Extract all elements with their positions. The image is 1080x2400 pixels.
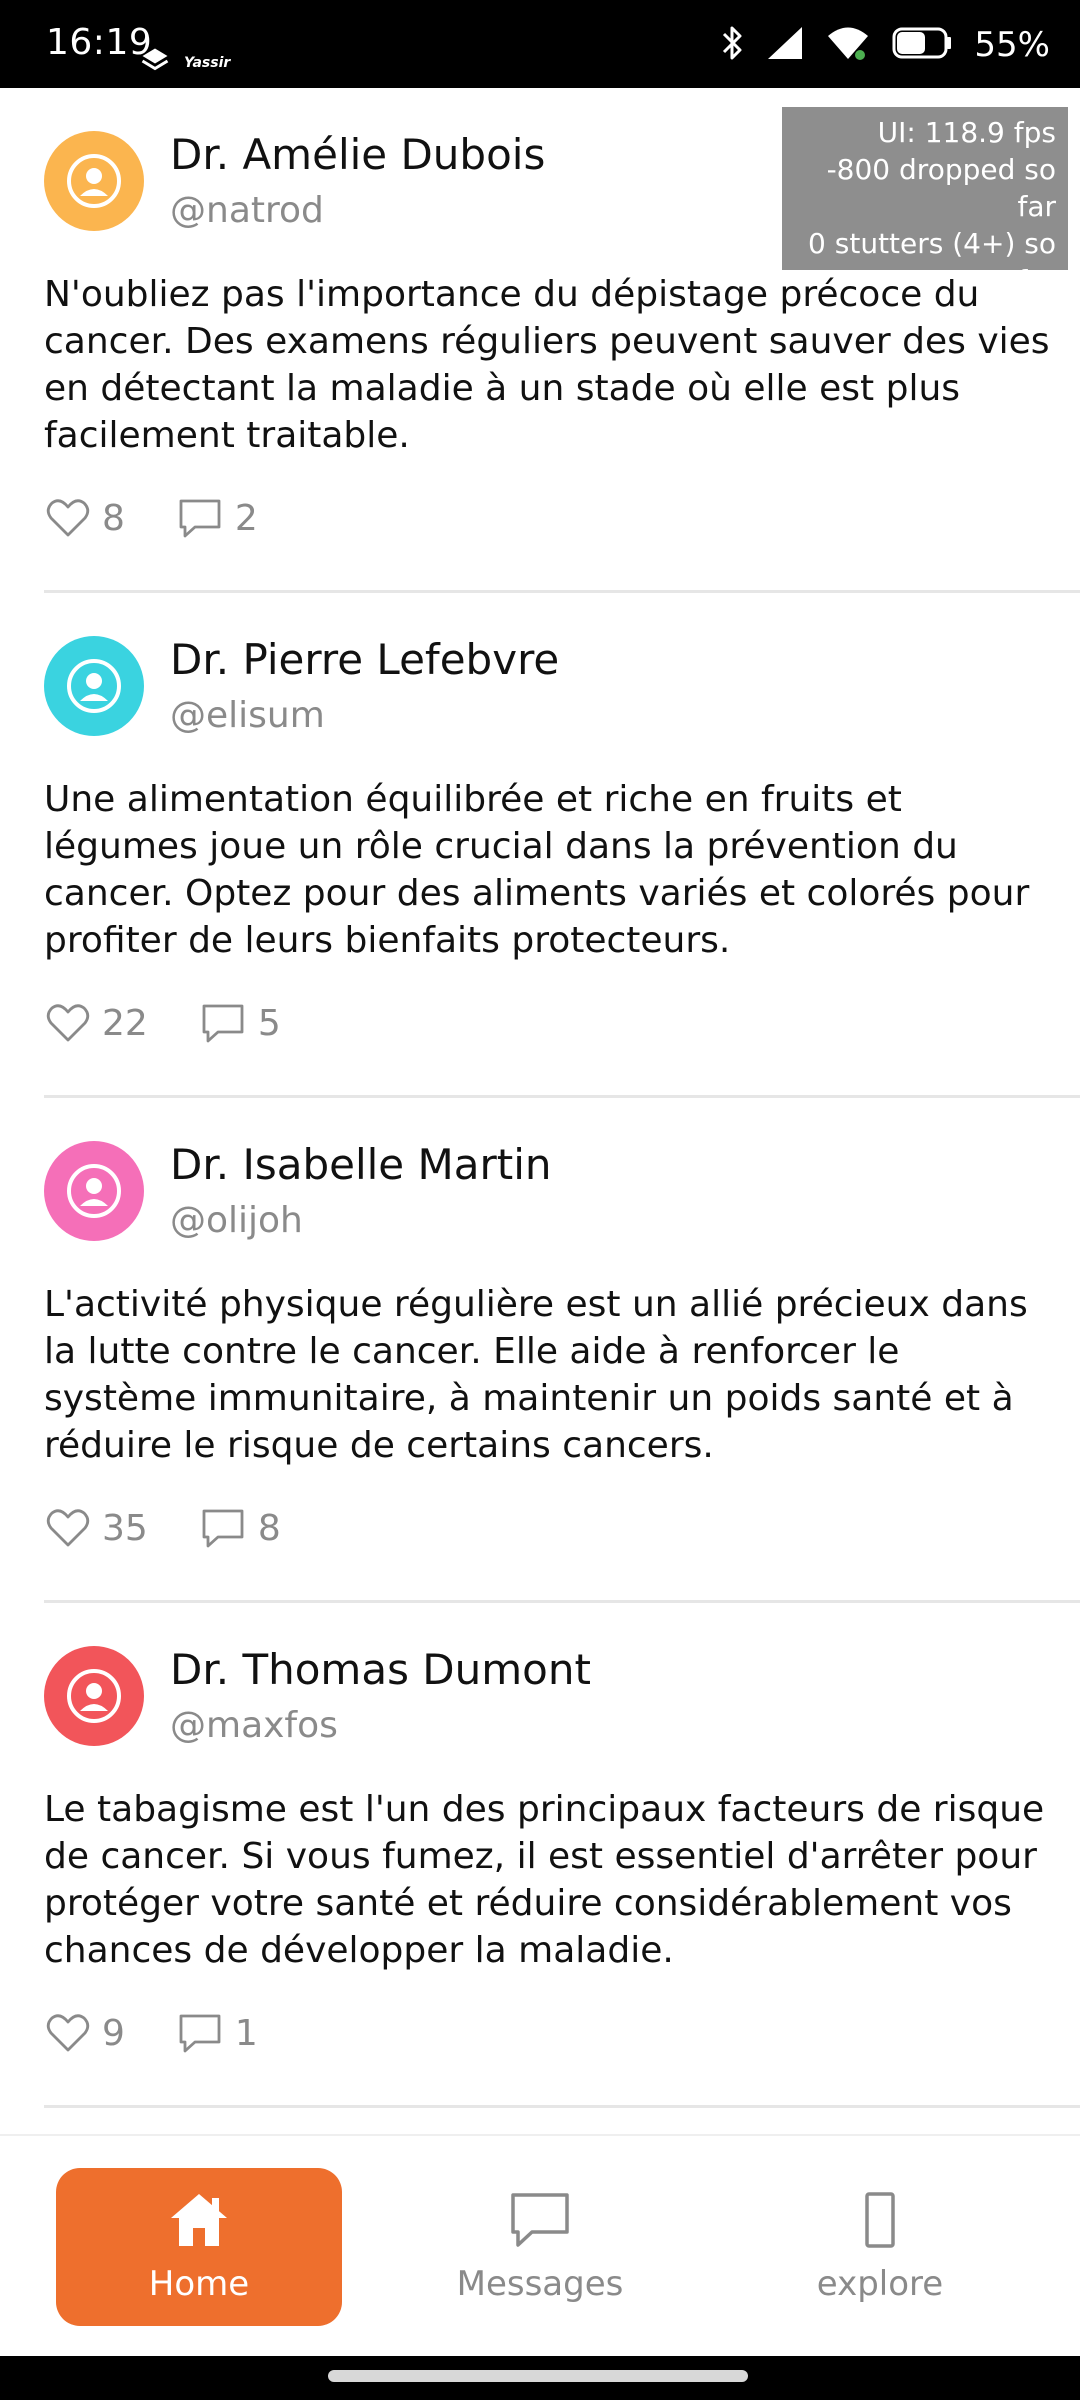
- performance-monitor-overlay: UI: 118.9 fps -800 dropped so far 0 stut…: [782, 107, 1068, 334]
- nav-explore[interactable]: explore: [740, 2168, 1020, 2326]
- bottom-navigation: Home Messages explore: [0, 2134, 1080, 2356]
- comment-count: 5: [257, 1002, 281, 1044]
- comment-count: 8: [257, 1507, 281, 1549]
- nav-messages-label: Messages: [456, 2264, 624, 2304]
- comment-count: 1: [234, 2012, 258, 2054]
- avatar[interactable]: [44, 1141, 144, 1241]
- layers-icon: [140, 46, 170, 80]
- post-actions: 35 8: [46, 1503, 281, 1553]
- nav-home[interactable]: Home: [56, 2168, 342, 2326]
- author-name[interactable]: Dr. Pierre Lefebvre: [170, 635, 559, 684]
- like-count: 22: [102, 1002, 148, 1044]
- author-handle[interactable]: @natrod: [170, 190, 324, 231]
- status-bar: 16:19 Yassir 55%: [0, 0, 1080, 88]
- status-right-icons: 55%: [720, 20, 1050, 70]
- comment-button[interactable]: 8: [200, 1507, 281, 1549]
- like-button[interactable]: 9: [46, 2013, 125, 2054]
- like-count: 8: [102, 497, 125, 539]
- post-actions: 22 5: [46, 998, 281, 1048]
- ui-fps-text: UI: 118.9 fps: [877, 116, 1056, 149]
- wifi-icon: [826, 25, 870, 65]
- author-handle[interactable]: @elisum: [170, 695, 325, 736]
- heart-icon: [46, 2014, 90, 2052]
- js-fps-text: JS: 118.9 fps: [880, 301, 1056, 334]
- post-actions: 9 1: [46, 2008, 258, 2058]
- like-button[interactable]: 35: [46, 1508, 148, 1549]
- like-count: 35: [102, 1507, 148, 1549]
- like-count: 9: [102, 2012, 125, 2054]
- stutters-text: 0 stutters (4+) so far: [808, 227, 1056, 297]
- post-text: L'activité physique régulière est un all…: [44, 1284, 1028, 1466]
- yassir-notification-icon: Yassir: [184, 55, 231, 71]
- like-button[interactable]: 22: [46, 1003, 148, 1044]
- avatar[interactable]: [44, 1646, 144, 1746]
- post-card[interactable]: Dr. Thomas Dumont @maxfos Le tabagisme e…: [0, 1603, 1080, 2108]
- author-name[interactable]: Dr. Thomas Dumont: [170, 1645, 591, 1694]
- post-divider: [44, 2105, 1080, 2108]
- system-gesture-bar: [0, 2356, 1080, 2400]
- nav-home-label: Home: [148, 2264, 250, 2304]
- avatar[interactable]: [44, 636, 144, 736]
- nav-messages[interactable]: Messages: [400, 2168, 680, 2326]
- dropped-frames-text: -800 dropped so far: [826, 153, 1056, 223]
- status-left-icons: Yassir: [140, 46, 230, 80]
- post-text: Le tabagisme est l'un des principaux fac…: [44, 1789, 1045, 1971]
- status-time: 16:19: [46, 22, 153, 63]
- user-avatar-icon: [67, 154, 121, 208]
- comment-icon: [179, 2014, 221, 2053]
- heart-icon: [46, 1004, 90, 1042]
- post-card[interactable]: Dr. Pierre Lefebvre @elisum Une alimenta…: [0, 593, 1080, 1098]
- comment-button[interactable]: 2: [177, 497, 258, 539]
- signal-icon: [766, 25, 804, 65]
- phone-icon: [865, 2192, 895, 2248]
- comment-icon: [179, 499, 221, 538]
- comment-button[interactable]: 1: [177, 2012, 258, 2054]
- heart-icon: [46, 499, 90, 537]
- chat-icon: [511, 2193, 569, 2247]
- author-handle[interactable]: @olijoh: [170, 1200, 303, 1241]
- battery-percentage: 55%: [974, 25, 1050, 65]
- home-icon: [171, 2194, 227, 2246]
- post-card[interactable]: Dr. Isabelle Martin @olijoh L'activité p…: [0, 1098, 1080, 1603]
- battery-icon: [892, 25, 952, 65]
- user-avatar-icon: [67, 1669, 121, 1723]
- like-button[interactable]: 8: [46, 498, 125, 539]
- comment-icon: [202, 1509, 244, 1548]
- comment-count: 2: [234, 497, 258, 539]
- author-handle[interactable]: @maxfos: [170, 1705, 338, 1746]
- post-actions: 8 2: [46, 493, 258, 543]
- nav-explore-label: explore: [816, 2264, 944, 2304]
- author-name[interactable]: Dr. Isabelle Martin: [170, 1140, 552, 1189]
- user-avatar-icon: [67, 659, 121, 713]
- comment-button[interactable]: 5: [200, 1002, 281, 1044]
- heart-icon: [46, 1509, 90, 1547]
- post-text: Une alimentation équilibrée et riche en …: [44, 779, 1030, 961]
- gesture-handle[interactable]: [328, 2370, 748, 2382]
- avatar[interactable]: [44, 131, 144, 231]
- user-avatar-icon: [67, 1164, 121, 1218]
- author-name[interactable]: Dr. Amélie Dubois: [170, 130, 545, 179]
- comment-icon: [202, 1004, 244, 1043]
- bluetooth-icon: [720, 25, 744, 65]
